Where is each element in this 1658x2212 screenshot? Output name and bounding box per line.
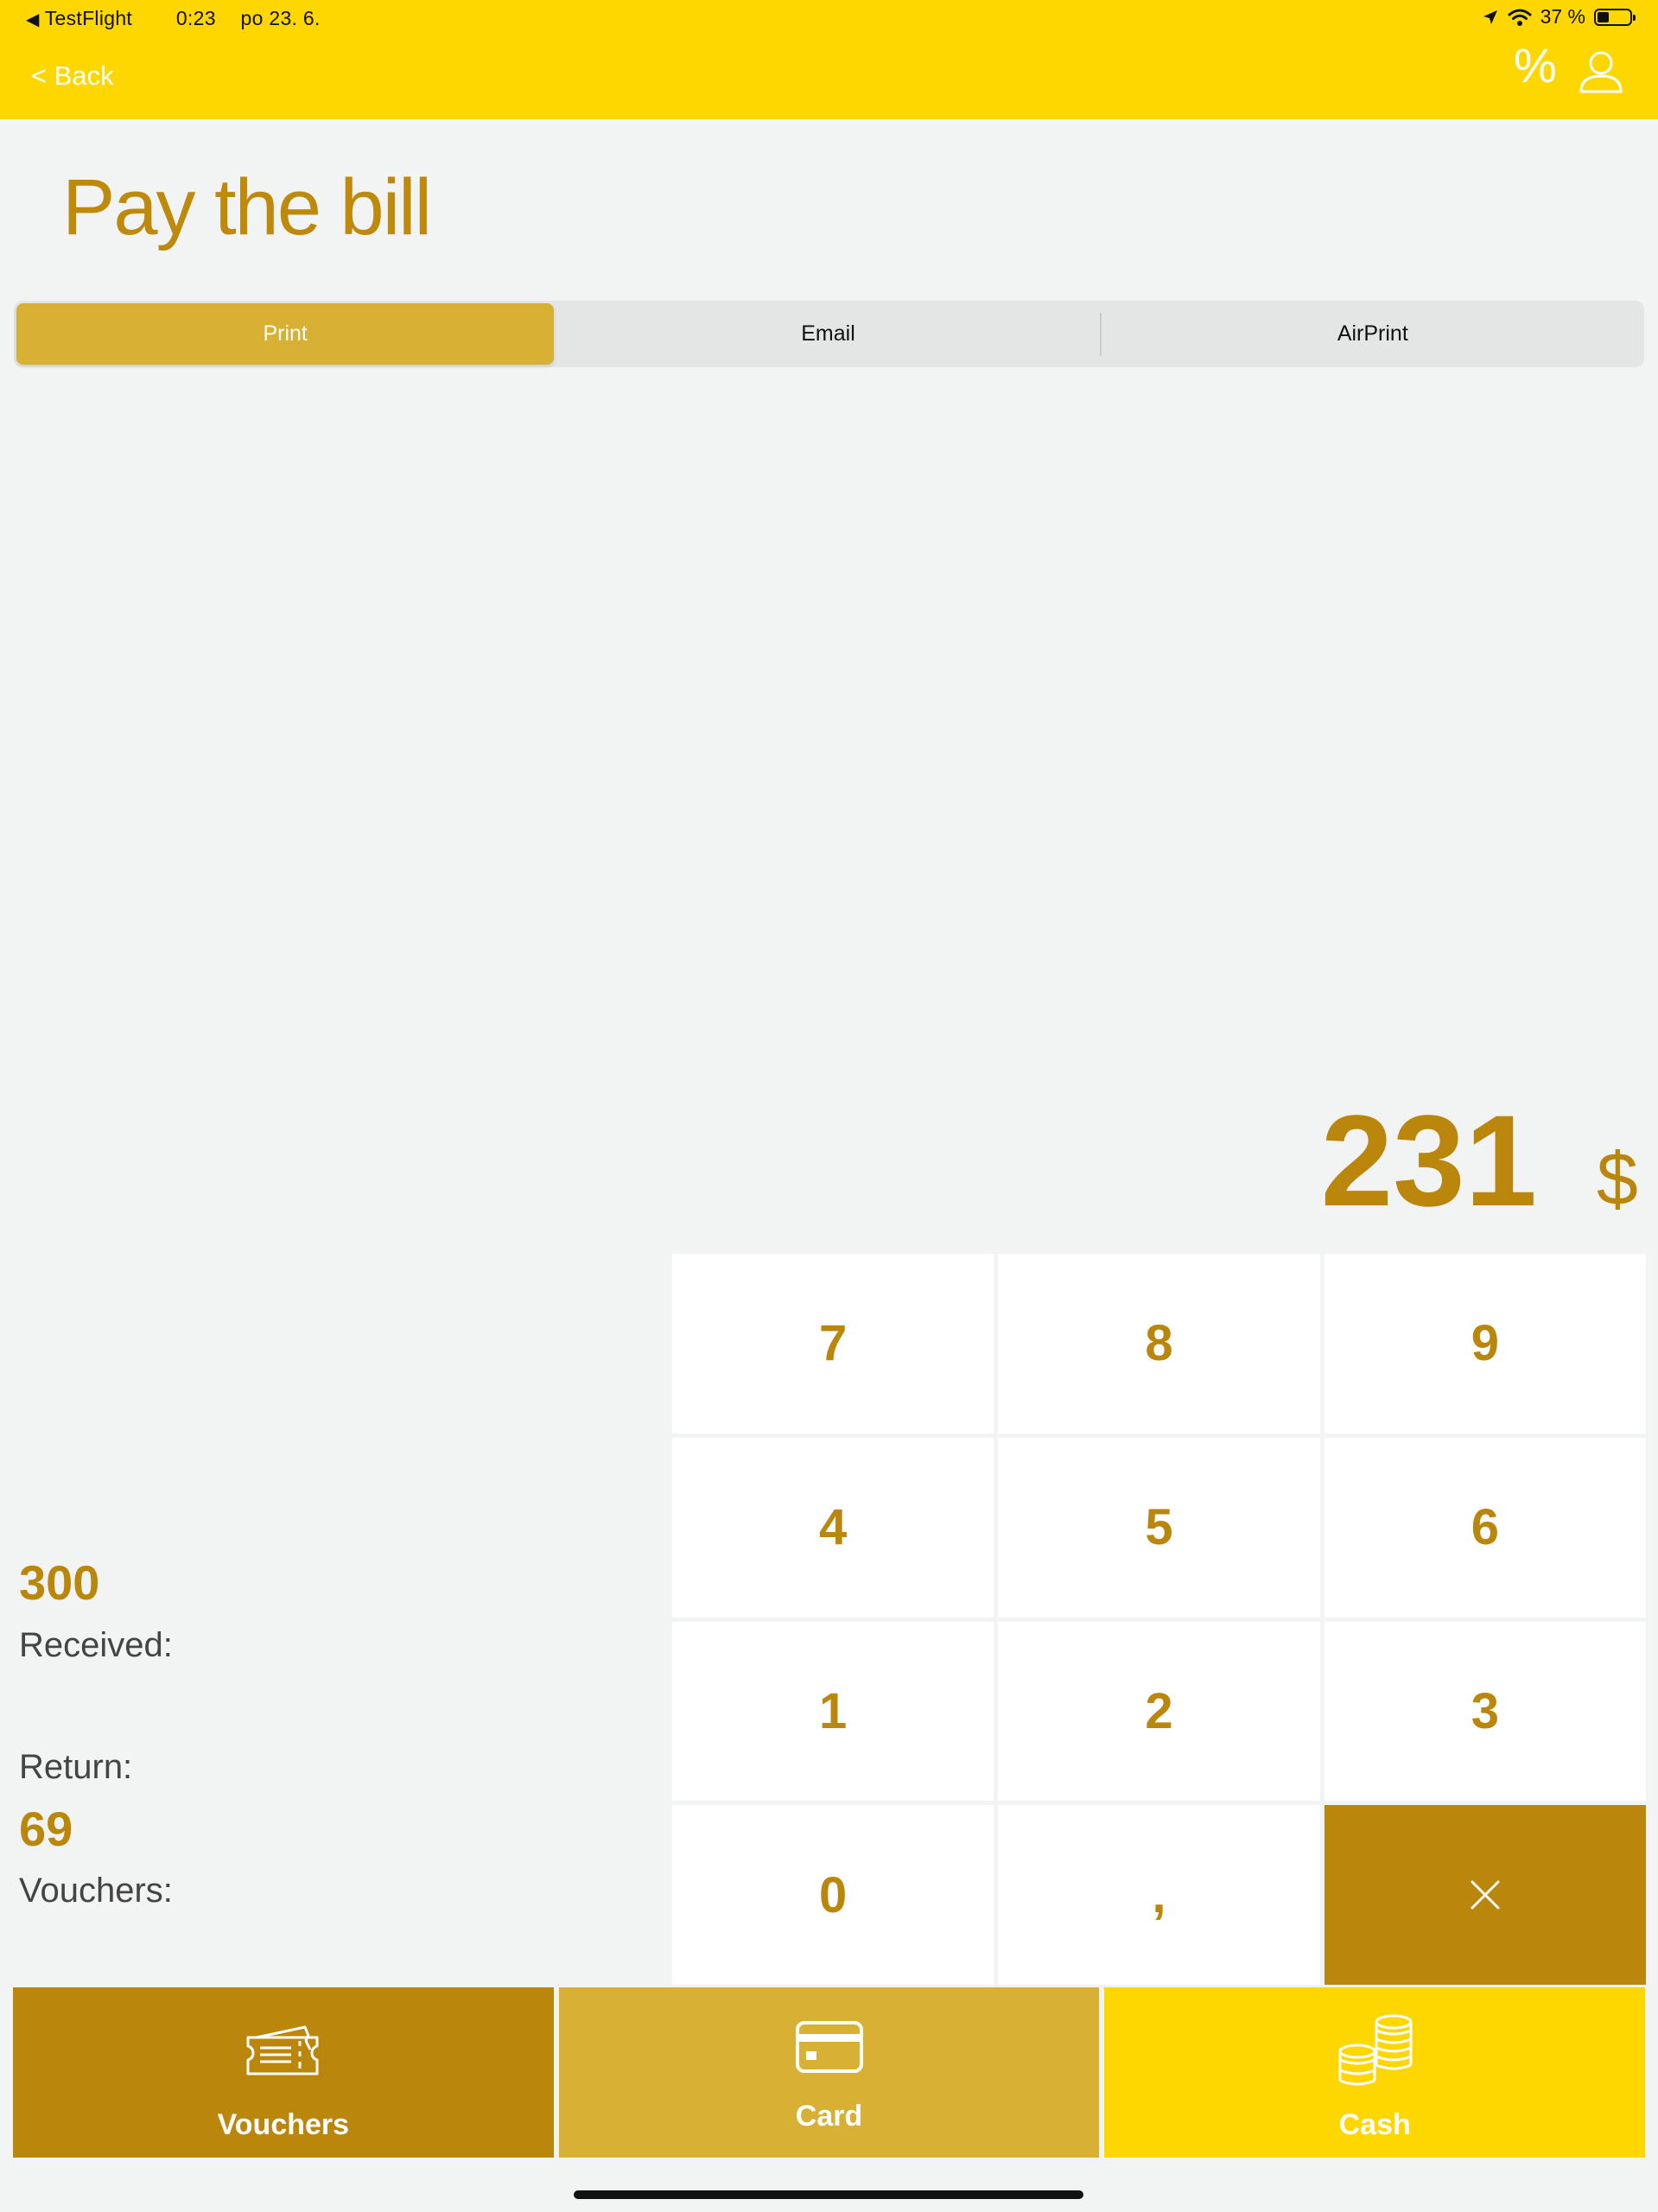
segment-print[interactable]: Print	[16, 303, 555, 365]
status-date: po 23. 6.	[240, 7, 321, 29]
status-bar-left: ◀ TestFlight 0:23 po 23. 6.	[26, 7, 340, 30]
card-button[interactable]: Card	[558, 1987, 1100, 2158]
coins-stack-icon	[1338, 2014, 1413, 2086]
key-5[interactable]: 5	[998, 1437, 1320, 1618]
wifi-icon	[1508, 9, 1532, 26]
receipt-option-segmented-control: Print Email AirPrint	[14, 301, 1644, 367]
user-icon	[1579, 51, 1623, 93]
battery-percent: 37 %	[1540, 5, 1585, 28]
segment-email[interactable]: Email	[559, 303, 1096, 365]
back-triangle-icon: ◀	[26, 10, 40, 29]
key-comma[interactable]: ,	[998, 1805, 1320, 1985]
key-3[interactable]: 3	[1324, 1621, 1646, 1802]
status-bar-right: 37 %	[1482, 5, 1636, 29]
voucher-ticket-icon	[246, 2025, 319, 2075]
cash-button[interactable]: Cash	[1104, 1987, 1646, 2158]
key-1[interactable]: 1	[672, 1621, 994, 1802]
back-button[interactable]: < Back	[31, 60, 114, 92]
clear-key[interactable]	[1324, 1805, 1646, 1985]
vouchers-button-label: Vouchers	[217, 2108, 350, 2141]
close-icon	[1471, 1880, 1500, 1910]
location-arrow-icon	[1483, 10, 1497, 24]
vouchers-button[interactable]: Vouchers	[13, 1987, 554, 2158]
received-value: 300	[19, 1555, 100, 1610]
key-6[interactable]: 6	[1324, 1437, 1646, 1618]
segment-airprint[interactable]: AirPrint	[1104, 303, 1642, 365]
battery-icon	[1594, 8, 1636, 26]
source-app-label: TestFlight	[44, 7, 133, 29]
return-value: 69	[19, 1802, 73, 1856]
key-0[interactable]: 0	[672, 1805, 994, 1985]
currency-symbol: $	[1597, 1138, 1638, 1221]
key-8[interactable]: 8	[998, 1254, 1320, 1433]
cash-button-label: Cash	[1338, 2108, 1411, 2141]
card-button-label: Card	[795, 2100, 863, 2133]
segment-divider	[1099, 312, 1102, 356]
back-to-app-link[interactable]: ◀ TestFlight	[26, 7, 151, 29]
home-indicator	[574, 2190, 1083, 2199]
payment-method-bar: Vouchers Card Cash	[13, 1987, 1646, 2158]
credit-card-icon	[795, 2021, 863, 2073]
key-7[interactable]: 7	[672, 1254, 994, 1433]
battery-fill	[1598, 11, 1610, 22]
vouchers-label: Vouchers:	[19, 1872, 173, 1910]
page-title: Pay the bill	[62, 163, 432, 251]
user-profile-button[interactable]	[1578, 48, 1624, 99]
status-time: 0:23	[175, 7, 216, 29]
top-bar: ◀ TestFlight 0:23 po 23. 6. 37 % < Back %	[0, 0, 1658, 119]
key-2[interactable]: 2	[998, 1621, 1320, 1802]
return-label: Return:	[19, 1748, 133, 1786]
numeric-keypad: 7 8 9 4 5 6 1 2 3 0 ,	[672, 1254, 1646, 1985]
key-4[interactable]: 4	[672, 1437, 994, 1618]
discount-percent-button[interactable]: %	[1514, 41, 1557, 90]
key-9[interactable]: 9	[1324, 1254, 1646, 1433]
total-amount: 231	[1320, 1088, 1537, 1233]
received-label: Received:	[19, 1626, 173, 1664]
